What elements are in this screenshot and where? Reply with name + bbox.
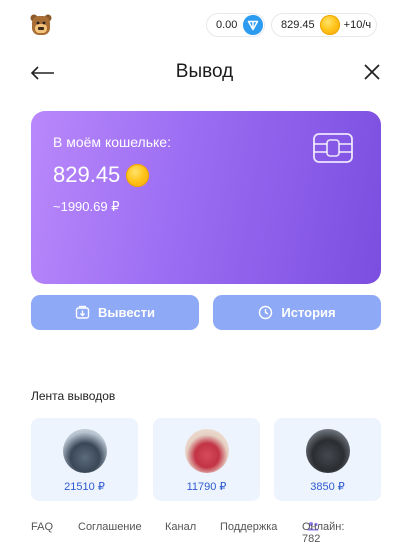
feed-title: Лента выводов [31, 389, 116, 403]
wallet-label: В моём кошельке: [53, 134, 171, 150]
footer-link-agreement[interactable]: Соглашение [78, 521, 142, 533]
feed-item[interactable]: 21510 ₽ [31, 418, 138, 501]
footer-link-faq[interactable]: FAQ [31, 521, 53, 533]
feed-amount: 21510 ₽ [64, 481, 105, 493]
withdraw-label: Вывести [98, 305, 155, 320]
wallet-card: В моём кошельке: 829.45 ~1990.69 ₽ [31, 111, 381, 284]
feed-amount: 3850 ₽ [310, 481, 345, 493]
online-count: Онлайн: 782 [302, 521, 345, 545]
ton-balance-pill[interactable]: 0.00 [206, 13, 265, 37]
history-label: История [281, 305, 336, 320]
wallet-icon [75, 305, 90, 319]
card-chip-icon [313, 133, 353, 163]
wallet-amount-row: 829.45 [53, 162, 150, 188]
coin-balance: 829.45 [281, 19, 315, 31]
feed-item[interactable]: 3850 ₽ [274, 418, 381, 501]
avatar [63, 429, 107, 473]
withdrawals-feed: 21510 ₽ 11790 ₽ 3850 ₽ [31, 418, 381, 501]
close-icon[interactable] [361, 61, 383, 83]
ton-icon [243, 15, 264, 35]
avatar [306, 429, 350, 473]
ton-balance: 0.00 [216, 19, 238, 31]
footer-link-channel[interactable]: Канал [165, 521, 196, 533]
earning-rate: +10/ч [343, 19, 372, 31]
footer: FAQ Соглашение Канал Поддержка Онлайн: 7… [31, 521, 383, 545]
wallet-amount: 829.45 [53, 162, 121, 187]
online-counter: Онлайн: 782 [302, 521, 344, 545]
feed-item[interactable]: 11790 ₽ [153, 418, 260, 501]
top-bar: 0.00 829.45 +10/ч [0, 0, 409, 52]
history-button[interactable]: История [213, 295, 381, 330]
bear-logo-icon[interactable] [30, 13, 52, 37]
coin-balance-pill[interactable]: 829.45 +10/ч [271, 13, 377, 37]
withdraw-button[interactable]: Вывести [31, 295, 199, 330]
page-title: Вывод [175, 61, 234, 82]
footer-link-support[interactable]: Поддержка [220, 521, 277, 533]
clock-icon [259, 305, 273, 320]
coin-icon [319, 15, 340, 35]
coin-icon [126, 163, 150, 187]
wallet-fiat-value: ~1990.69 ₽ [53, 199, 120, 214]
avatar [185, 429, 229, 473]
feed-amount: 11790 ₽ [186, 481, 227, 493]
